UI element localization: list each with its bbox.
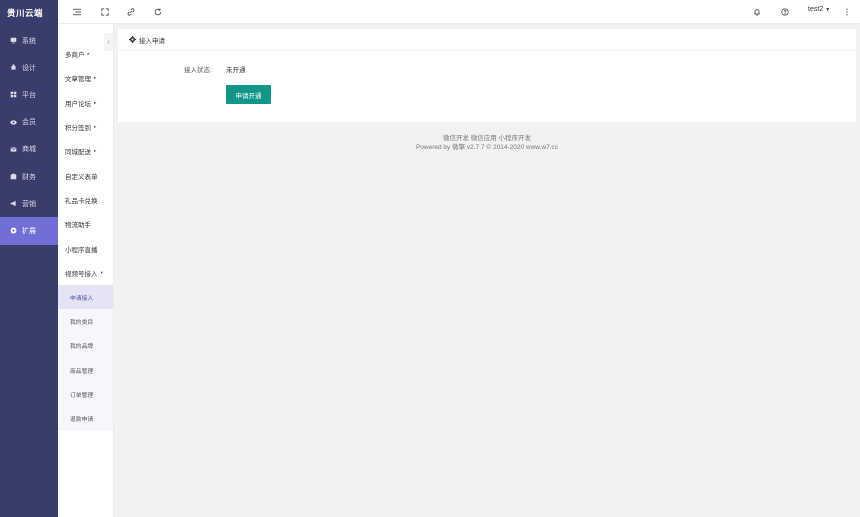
nav-label: 平台 bbox=[22, 91, 36, 99]
user-name: test2 bbox=[808, 6, 824, 13]
sub-item-gift-card[interactable]: 礼品卡兑换 bbox=[58, 188, 113, 212]
link-icon[interactable] bbox=[126, 7, 136, 17]
sub-item-label: 用户论坛 bbox=[65, 100, 91, 108]
status-value: 未开通 bbox=[226, 67, 246, 74]
mail-icon bbox=[9, 145, 17, 153]
sub-item-forum[interactable]: 用户论坛 ▸ bbox=[58, 91, 113, 115]
nav-label: 会员 bbox=[22, 119, 36, 127]
caret-right-icon: ▸ bbox=[94, 75, 97, 81]
sub-sidebar: 扩展功能 ‹ 多商户▸ 文章管理▸ 用户论坛▸ 积分签到▸ 同城配送▸ 自定义表… bbox=[58, 0, 114, 517]
sub-item-label: 礼品卡兑换 bbox=[65, 197, 98, 205]
sub-child-products[interactable]: 商品管理 bbox=[58, 357, 113, 383]
sub-child-orders[interactable]: 订单管理 bbox=[58, 382, 113, 407]
card-title: 接入申请 bbox=[139, 37, 165, 45]
nav-label: 商城 bbox=[22, 146, 36, 154]
caret-down-icon: ▼ bbox=[825, 7, 831, 13]
megaphone-icon bbox=[9, 200, 17, 208]
sub-item-label: 视频号接入 bbox=[65, 270, 98, 278]
nav-label: 营销 bbox=[22, 200, 36, 208]
menu-toggle-icon[interactable] bbox=[72, 7, 82, 17]
user-menu[interactable]: test2 ▼ bbox=[808, 6, 830, 13]
nav-label: 系统 bbox=[22, 37, 36, 45]
sub-item-label: 自定义表单 bbox=[65, 173, 98, 181]
nav-item-member[interactable]: 会员 bbox=[0, 109, 58, 136]
help-icon[interactable] bbox=[780, 7, 790, 17]
sub-child-categories[interactable]: 我的类目 bbox=[58, 309, 113, 334]
grid-icon bbox=[9, 91, 17, 99]
card-header: 接入申请 bbox=[118, 29, 856, 51]
nav-item-platform[interactable]: 平台 bbox=[0, 81, 58, 108]
puzzle-icon bbox=[9, 64, 17, 72]
sub-item-points-signin[interactable]: 积分签到 ▸ bbox=[58, 115, 113, 139]
fullscreen-icon[interactable] bbox=[100, 7, 110, 17]
more-icon[interactable] bbox=[842, 7, 852, 17]
sub-item-channels[interactable]: 视频号接入 ▾ bbox=[58, 261, 113, 285]
caret-right-icon: ▸ bbox=[94, 124, 97, 130]
wallet-icon bbox=[9, 173, 17, 181]
main-sidebar: 贵川云端 系统 设计 平台 会员 商城 财务 营销 扩展 bbox=[0, 0, 58, 517]
eye-icon bbox=[9, 118, 17, 126]
sub-item-label: 多商户 bbox=[65, 52, 85, 60]
nav-item-finance[interactable]: 财务 bbox=[0, 163, 58, 190]
nav-item-design[interactable]: 设计 bbox=[0, 54, 58, 81]
sub-item-live[interactable]: 小程序直播 bbox=[58, 236, 113, 260]
sub-item-local-delivery[interactable]: 同城配送 ▸ bbox=[58, 139, 113, 163]
footer-links[interactable]: 微信开发 微信应用 小程序开发 bbox=[114, 134, 860, 143]
cloud-icon bbox=[9, 227, 17, 235]
footer: 微信开发 微信应用 小程序开发 Powered by 微擎 v2.7.7 © 2… bbox=[114, 134, 860, 152]
sub-item-label: 物流助手 bbox=[65, 222, 91, 230]
caret-right-icon: ▸ bbox=[87, 51, 90, 57]
sub-item-custom-form[interactable]: 自定义表单 bbox=[58, 163, 113, 187]
nav-item-extension[interactable]: 扩展 bbox=[0, 217, 58, 245]
sub-item-label: 积分签到 bbox=[65, 125, 91, 133]
nav-label: 财务 bbox=[22, 173, 36, 181]
sub-child-apply[interactable]: 申请接入 bbox=[58, 284, 113, 310]
brand-logo[interactable]: 贵川云端 bbox=[0, 0, 58, 27]
caret-down-icon: ▾ bbox=[100, 269, 103, 275]
nav-label: 扩展 bbox=[22, 227, 36, 235]
top-bar: test2 ▼ bbox=[58, 0, 860, 24]
apply-card: 接入申请 接入状态: 未开通 申请开通 bbox=[118, 29, 856, 122]
caret-right-icon: ▸ bbox=[94, 99, 97, 105]
caret-right-icon: ▸ bbox=[94, 148, 97, 154]
status-label: 接入状态: bbox=[184, 67, 212, 74]
sub-child-refunds[interactable]: 退款申请 bbox=[58, 406, 113, 431]
nav-item-marketing[interactable]: 营销 bbox=[0, 190, 58, 217]
sub-item-label: 同城配送 bbox=[65, 149, 91, 157]
sub-item-article[interactable]: 文章管理 ▸ bbox=[58, 66, 113, 90]
bell-icon[interactable] bbox=[752, 7, 762, 17]
sub-item-logistics[interactable]: 物流助手 bbox=[58, 212, 113, 236]
sub-item-label: 文章管理 bbox=[65, 76, 91, 84]
refresh-icon[interactable] bbox=[153, 7, 163, 17]
apply-button[interactable]: 申请开通 bbox=[226, 85, 271, 104]
monitor-icon bbox=[9, 37, 17, 45]
collapse-sidebar-button[interactable]: ‹ bbox=[104, 33, 113, 51]
nav-item-mall[interactable]: 商城 bbox=[0, 136, 58, 163]
sub-item-label: 小程序直播 bbox=[65, 246, 98, 254]
nav-label: 设计 bbox=[22, 64, 36, 72]
nav-item-system[interactable]: 系统 bbox=[0, 27, 58, 54]
sub-child-brands[interactable]: 我的品牌 bbox=[58, 333, 113, 358]
chevron-left-icon: ‹ bbox=[107, 38, 110, 46]
footer-powered-by: Powered by 微擎 v2.7.7 © 2014-2020 www.w7.… bbox=[415, 144, 559, 151]
gear-icon bbox=[129, 36, 136, 43]
